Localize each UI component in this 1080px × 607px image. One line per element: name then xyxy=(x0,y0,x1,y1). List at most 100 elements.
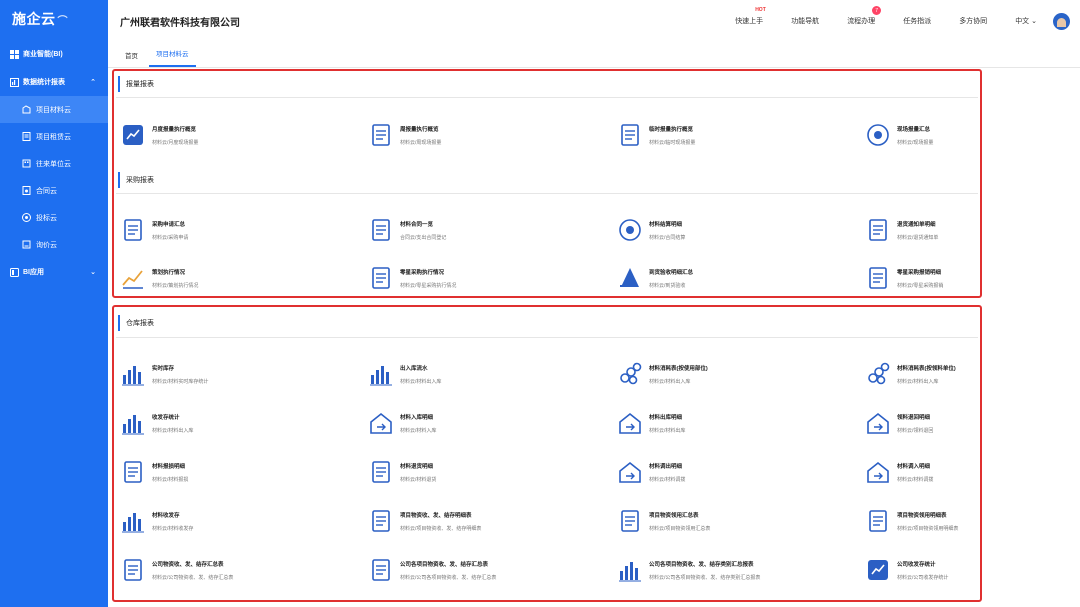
report-card[interactable]: 项目物资领用汇总表 材料云/项目物资领用汇总表 xyxy=(617,504,847,538)
report-card[interactable]: 临时报量执行概览 材料云/临时现场报量 xyxy=(617,118,847,152)
report-card-title: 零星采购报销明细 xyxy=(897,269,942,276)
report-card-title: 策划执行情况 xyxy=(152,269,186,276)
report-card[interactable]: 收发存统计 材料云/材料出入库 xyxy=(120,406,350,440)
report-card[interactable]: 领料退回明细 材料云/领料退回 xyxy=(865,406,1080,440)
report-card-title: 材料消耗表(按领料单位) xyxy=(897,365,956,372)
report-card-subtitle: 材料云/材料出入库 xyxy=(649,378,691,385)
chevron-up-icon: ⌃ xyxy=(90,79,96,86)
triangle-stack-icon xyxy=(617,265,643,291)
report-card[interactable]: 月度报量执行概览 材料云/月度现场报量 xyxy=(120,118,350,152)
report-card-title: 退货通知单明细 xyxy=(897,221,936,228)
building-grid-icon xyxy=(22,159,31,168)
report-card[interactable]: 策划执行情况 材料云/策划执行情况 xyxy=(120,261,350,295)
pipes-icon xyxy=(617,361,643,387)
report-card-subtitle: 材料云/零星采购报销 xyxy=(897,282,944,289)
settle-circle-icon xyxy=(617,217,643,243)
language-select[interactable]: 中文 ⌄ xyxy=(1015,16,1037,26)
report-card-title: 零星采购执行情况 xyxy=(400,269,445,276)
report-card[interactable]: 现场报量汇总 材料云/现场报量 xyxy=(865,118,1080,152)
sidebar-item-contract[interactable]: 合同云 xyxy=(0,177,108,204)
tab-material-cloud[interactable]: 项目材料云 xyxy=(149,48,196,67)
report-card[interactable]: 材料报损明细 材料云/材料报损 xyxy=(120,455,350,489)
report-card-subtitle: 材料云/公司物资收、发、结存汇总表 xyxy=(152,574,234,581)
sidebar-item-partners[interactable]: 往来单位云 xyxy=(0,150,108,177)
chart-box-icon xyxy=(120,122,146,148)
report-card[interactable]: 材料入库明细 材料云/材料入库 xyxy=(368,406,598,440)
report-card-title: 材料出库明细 xyxy=(649,414,683,421)
avatar[interactable] xyxy=(1053,12,1070,30)
report-card[interactable]: 公司各项目物资收、发、结存汇总表 材料云/公司各项目物资收、发、结存汇总表 xyxy=(368,553,598,587)
nav-group-bi-app[interactable]: BI应用 ⌄ xyxy=(0,258,108,286)
report-card-title: 出入库流水 xyxy=(400,365,428,372)
report-card[interactable]: 公司物资收、发、结存汇总表 材料云/公司物资收、发、结存汇总表 xyxy=(120,553,350,587)
report-icon xyxy=(10,77,19,87)
sidebar-item-material[interactable]: 项目材料云 xyxy=(0,96,108,123)
sidebar-item-bid[interactable]: 投标云 xyxy=(0,204,108,231)
report-card[interactable]: 公司收发存统计 材料云/公司收发存统计 xyxy=(865,553,1080,587)
report-card-subtitle: 材料云/项目物资领用明细表 xyxy=(897,525,959,532)
report-card[interactable]: 材料收发存 材料云/材料收发存 xyxy=(120,504,350,538)
nav-group-reports[interactable]: 数据统计报表 ⌃ xyxy=(0,68,108,96)
sidebar-item-inquiry[interactable]: 询价云 xyxy=(0,231,108,258)
report-card-title: 公司各项目物资收、发、结存汇总表 xyxy=(400,561,489,568)
box-doc-icon xyxy=(617,508,643,534)
report-card[interactable]: 零星采购报销明细 材料云/零星采购报销 xyxy=(865,261,1080,295)
report-card-subtitle: 材料云/材料出入库 xyxy=(152,427,194,434)
app-icon xyxy=(10,267,19,277)
nav-group-bi[interactable]: 商业智能(BI) xyxy=(0,40,108,68)
report-card-title: 材料合同一览 xyxy=(400,221,434,228)
pie-doc-icon xyxy=(865,122,891,148)
report-card-title: 项目物资收、发、结存明细表 xyxy=(400,512,472,519)
report-card-subtitle: 材料云/材料退货 xyxy=(400,476,437,483)
report-card-title: 现场报量汇总 xyxy=(897,126,931,133)
report-card[interactable]: 材料合同一览 合同云/支出合同登记 xyxy=(368,213,598,247)
report-card-title: 公司收发存统计 xyxy=(897,561,936,568)
report-card[interactable]: 项目物资领用明细表 材料云/项目物资领用明细表 xyxy=(865,504,1080,538)
house-circle-icon xyxy=(865,410,891,436)
report-card[interactable]: 材料出库明细 材料云/材料出库 xyxy=(617,406,847,440)
collaboration-link[interactable]: 多方协同 xyxy=(959,16,987,26)
report-card[interactable]: 周报量执行概览 材料云/周现场报量 xyxy=(368,118,598,152)
person-doc-icon xyxy=(368,459,394,485)
report-card[interactable]: 出入库流水 材料云/材料出入库 xyxy=(368,357,598,391)
report-card-subtitle: 材料云/现场报量 xyxy=(897,139,934,146)
quick-start-link[interactable]: 快速上手 HOT xyxy=(735,7,766,26)
house-in-icon xyxy=(368,410,394,436)
sidebar-item-lease[interactable]: 项目租赁云 xyxy=(0,123,108,150)
report-card-title: 领料退回明细 xyxy=(897,414,931,421)
report-card[interactable]: 材料调入明细 材料云/材料调拨 xyxy=(865,455,1080,489)
report-card[interactable]: 实时库存 材料云/材料实时库存统计 xyxy=(120,357,350,391)
task-assign-link[interactable]: 任务指派 xyxy=(903,16,931,26)
report-card-subtitle: 材料云/零星采购执行情况 xyxy=(400,282,457,289)
report-card[interactable]: 采购申请汇总 材料云/采购申请 xyxy=(120,213,350,247)
report-card-title: 月度报量执行概览 xyxy=(152,126,197,133)
report-card[interactable]: 材料消耗表(按使用部位) 材料云/材料出入库 xyxy=(617,357,847,391)
report-card-subtitle: 材料云/领料退回 xyxy=(897,427,934,434)
report-card[interactable]: 材料结算明细 材料云/合同结算 xyxy=(617,213,847,247)
report-card[interactable]: 到货验收明细汇总 材料云/到货验收 xyxy=(617,261,847,295)
notification-badge: 7 xyxy=(872,6,882,15)
tab-bar: 首页 项目材料云 xyxy=(108,42,1080,68)
report-card[interactable]: 材料退货明细 材料云/材料退货 xyxy=(368,455,598,489)
report-card-subtitle: 材料云/月度现场报量 xyxy=(152,139,199,146)
report-card-subtitle: 材料云/采购申请 xyxy=(152,234,189,241)
process-link[interactable]: 流程办理 7 xyxy=(847,6,882,26)
edit-doc-icon xyxy=(120,217,146,243)
report-card[interactable]: 材料调出明细 材料云/材料调拨 xyxy=(617,455,847,489)
report-card[interactable]: 材料消耗表(按领料单位) 材料云/材料出入库 xyxy=(865,357,1080,391)
app-logo[interactable]: 施企云 ⌒ xyxy=(0,0,108,38)
report-card[interactable]: 项目物资收、发、结存明细表 材料云/项目物资收、发、结存明细表 xyxy=(368,504,598,538)
report-card-subtitle: 材料云/材料出库 xyxy=(649,427,686,434)
tab-home[interactable]: 首页 xyxy=(118,50,145,67)
building-icon xyxy=(22,105,31,114)
report-card[interactable]: 零星采购执行情况材料云/零星采购执行情况 xyxy=(368,261,598,295)
cart-doc-icon xyxy=(368,265,394,291)
report-card-title: 材料消耗表(按使用部位) xyxy=(649,365,708,372)
report-card[interactable]: 公司各项目物资收、发、结存类别汇总报表 材料云/公司各项目物资收、发、结存类别汇总… xyxy=(617,553,847,587)
feature-nav-link[interactable]: 功能导航 xyxy=(791,16,819,26)
report-card-title: 周报量执行概览 xyxy=(400,126,439,133)
doc-icon xyxy=(22,132,31,141)
report-card[interactable]: 退货通知单明细 材料云/退货通知单 xyxy=(865,213,1080,247)
report-card-title: 采购申请汇总 xyxy=(152,221,186,228)
trend-doc-icon xyxy=(368,508,394,534)
